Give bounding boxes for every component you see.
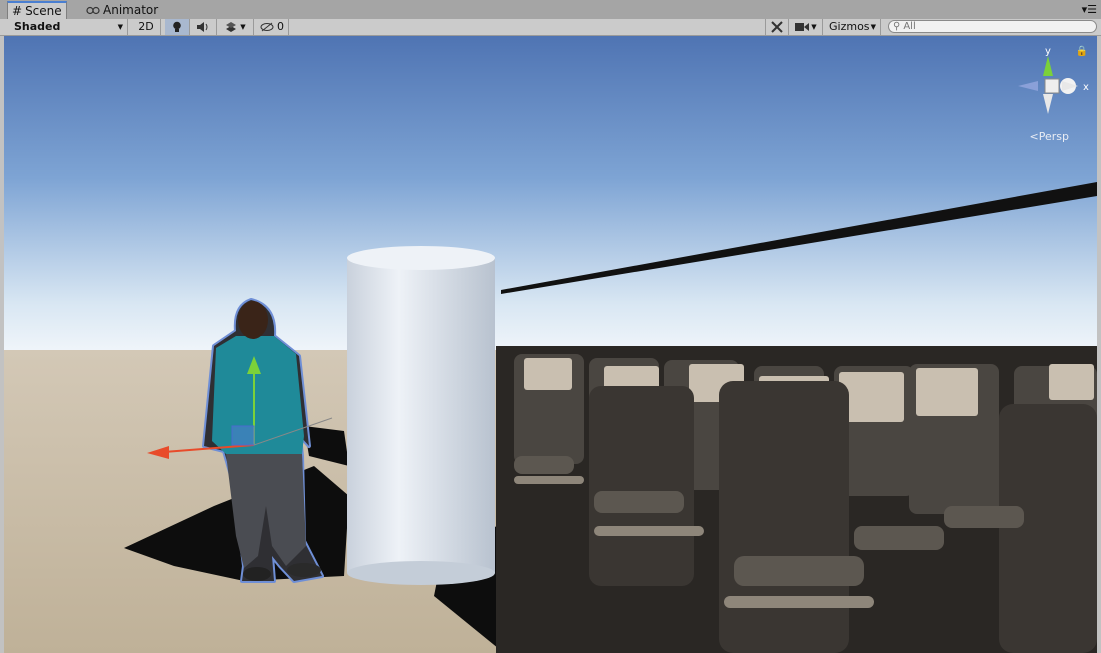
scene-viewport[interactable]: y x 🔒 <Persp xyxy=(4,36,1097,653)
lightbulb-icon xyxy=(173,21,181,32)
chevron-down-icon: ▼ xyxy=(117,23,123,31)
airplane-seats xyxy=(496,346,1097,653)
effects-icon xyxy=(226,22,237,32)
chevron-down-icon: ▼ xyxy=(811,23,817,31)
gizmos-label: Gizmos xyxy=(829,20,870,33)
audio-toggle-button[interactable] xyxy=(190,19,217,35)
grid-icon: # xyxy=(12,4,23,18)
search-input[interactable]: ⚲ All xyxy=(888,20,1097,33)
animator-icon xyxy=(86,6,100,15)
draw-mode-label: Shaded xyxy=(14,20,61,33)
scene-toolbar: Shaded ▼ 2D ▼ 0 ▼ Gizmos ▼ ⚲ All xyxy=(0,19,1101,36)
camera-icon xyxy=(795,23,810,31)
speaker-icon xyxy=(197,22,208,32)
tab-bar: # Scene Animator ▾☰ xyxy=(0,0,1101,20)
chevron-down-icon: ▼ xyxy=(240,23,246,31)
projection-toggle[interactable]: <Persp xyxy=(1030,130,1069,143)
menu-icon[interactable]: ▾☰ xyxy=(1082,3,1097,16)
axis-y-label: y xyxy=(1045,46,1051,57)
tab-scene-label: Scene xyxy=(25,4,62,18)
tools-icon xyxy=(771,21,783,33)
gizmos-dropdown[interactable]: Gizmos ▼ xyxy=(825,19,881,35)
eye-hidden-icon xyxy=(260,22,274,32)
scene-render: y x xyxy=(4,36,1097,653)
draw-mode-dropdown[interactable]: Shaded ▼ xyxy=(4,19,128,35)
2d-toggle-button[interactable]: 2D xyxy=(132,19,161,35)
sky xyxy=(4,36,1097,352)
tab-scene[interactable]: # Scene xyxy=(7,1,67,20)
hidden-objects-toggle[interactable]: 0 xyxy=(256,19,289,35)
2d-label: 2D xyxy=(138,20,154,33)
tools-button[interactable] xyxy=(765,19,789,35)
search-icon: ⚲ xyxy=(893,21,901,32)
tab-animator[interactable]: Animator xyxy=(82,2,162,19)
lock-icon[interactable]: 🔒 xyxy=(1076,46,1088,57)
search-placeholder: All xyxy=(903,21,916,32)
lighting-toggle-button[interactable] xyxy=(165,19,190,35)
cylinder-object xyxy=(347,246,495,585)
chevron-down-icon: ▼ xyxy=(870,23,876,31)
camera-dropdown[interactable]: ▼ xyxy=(790,19,823,35)
tab-animator-label: Animator xyxy=(103,3,159,17)
axis-x-label: x xyxy=(1083,82,1089,93)
effects-dropdown[interactable]: ▼ xyxy=(217,19,254,35)
hidden-count: 0 xyxy=(277,20,284,33)
chevron-left-icon: < xyxy=(1029,130,1039,143)
projection-label: Persp xyxy=(1038,130,1069,143)
